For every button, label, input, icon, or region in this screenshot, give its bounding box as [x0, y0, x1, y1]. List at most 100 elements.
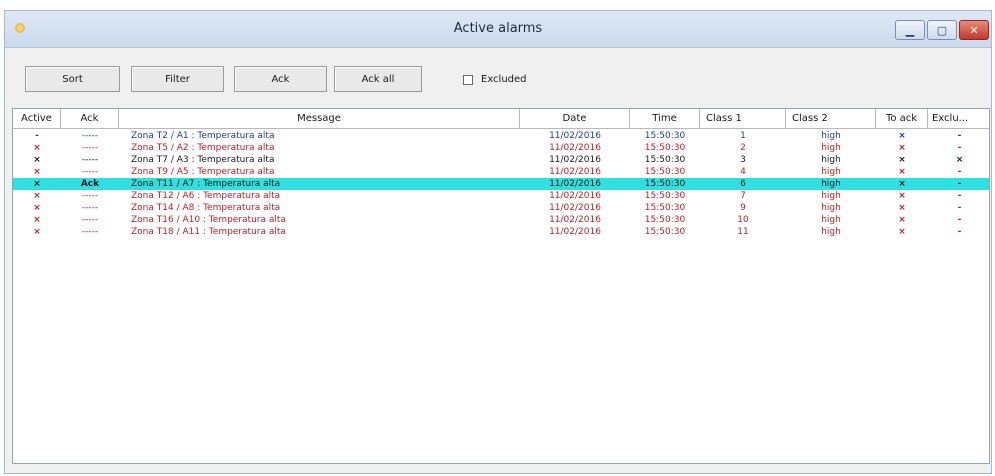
excluded-checkbox[interactable] — [463, 74, 473, 85]
class2-cell: high — [821, 179, 841, 189]
column-header-to-ack[interactable]: To ack — [876, 109, 928, 128]
column-header-message[interactable]: Message — [119, 109, 520, 128]
date-cell: 11/02/2016 — [549, 227, 601, 237]
ack-button[interactable]: Ack — [234, 66, 327, 92]
sort-button[interactable]: Sort — [25, 66, 120, 92]
column-header-ack[interactable]: Ack — [61, 109, 119, 128]
class2-cell: high — [821, 191, 841, 201]
active-cell: × — [33, 227, 41, 237]
maximize-button[interactable]: ▢ — [927, 20, 957, 40]
column-header-class2[interactable]: Class 2 — [786, 109, 876, 128]
active-cell: × — [33, 155, 41, 165]
date-cell: 11/02/2016 — [549, 191, 601, 201]
maximize-icon: ▢ — [936, 23, 948, 37]
excluded-cell: × — [955, 155, 964, 165]
time-cell: 15:50:30 — [644, 179, 686, 189]
class1-cell: 3 — [740, 155, 746, 165]
class1-cell: 1 — [740, 131, 746, 141]
active-cell: × — [33, 167, 41, 177]
class2-cell: high — [821, 155, 841, 165]
to-ack-cell: × — [898, 191, 906, 201]
class1-cell: 11 — [737, 227, 749, 237]
class1-cell: 9 — [740, 203, 746, 213]
table-row[interactable]: × Ack Zona T11 / A7 : Temperatura alta 11/0… — [13, 178, 989, 190]
to-ack-cell: × — [898, 167, 906, 177]
class1-cell: 10 — [737, 215, 749, 225]
date-cell: 11/02/2016 — [549, 143, 601, 153]
excluded-cell: - — [957, 203, 962, 213]
active-cell: × — [33, 179, 41, 189]
active-cell: × — [33, 191, 41, 201]
excluded-cell: - — [957, 215, 962, 225]
table-row[interactable]: × ----- Zona T18 / A11 : Temperatura alta 1… — [13, 226, 989, 238]
table-row[interactable]: × ----- Zona T5 / A2 : Temperatura alta 11/… — [13, 142, 989, 154]
table-row[interactable]: × ----- Zona T7 / A3 : Temperatura alta 11/… — [13, 154, 989, 166]
class2-cell: high — [821, 143, 841, 153]
table-row[interactable]: × ----- Zona T16 / A10 : Temperatura alta 1… — [13, 214, 989, 226]
to-ack-cell: × — [898, 215, 906, 225]
to-ack-cell: × — [898, 131, 906, 141]
date-cell: 11/02/2016 — [549, 179, 601, 189]
close-button[interactable]: ✕ — [959, 20, 989, 40]
excluded-label: Excluded — [481, 74, 527, 85]
alarms-table[interactable]: Active Ack Message Date Time Class 1 Cla… — [12, 108, 990, 464]
active-cell: - — [35, 131, 39, 141]
column-header-time[interactable]: Time — [630, 109, 700, 128]
active-cell: × — [33, 143, 41, 153]
message-cell: Zona T9 / A5 : Temperatura alta — [131, 167, 275, 177]
to-ack-cell: × — [898, 155, 906, 165]
table-row[interactable]: - ----- Zona T2 / A1 : Temperatura alta 11/… — [13, 130, 989, 142]
message-cell: Zona T16 / A10 : Temperatura alta — [131, 215, 286, 225]
minimize-icon: ▁ — [905, 23, 915, 37]
class1-cell: 6 — [740, 179, 746, 189]
excluded-cell: - — [957, 227, 962, 237]
message-cell: Zona T11 / A7 : Temperatura alta — [131, 179, 281, 189]
class2-cell: high — [821, 167, 841, 177]
column-header-date[interactable]: Date — [520, 109, 630, 128]
time-cell: 15:50:30 — [644, 227, 686, 237]
class2-cell: high — [821, 215, 841, 225]
to-ack-cell: × — [898, 203, 906, 213]
toolbar: Sort Filter Ack Ack all Excluded — [5, 48, 991, 112]
column-header-active[interactable]: Active — [13, 109, 61, 128]
ack-cell: ----- — [81, 191, 99, 201]
active-cell: × — [33, 203, 41, 213]
column-header-excluded[interactable]: Exclu... — [928, 109, 989, 128]
ack-cell: Ack — [80, 179, 100, 189]
filter-button[interactable]: Filter — [131, 66, 224, 92]
class1-cell: 7 — [740, 191, 746, 201]
table-row[interactable]: × ----- Zona T9 / A5 : Temperatura alta 11/… — [13, 166, 989, 178]
message-cell: Zona T14 / A8 : Temperatura alta — [131, 203, 281, 213]
time-cell: 15:50:30 — [644, 191, 686, 201]
excluded-cell: - — [957, 167, 962, 177]
ack-cell: ----- — [81, 215, 99, 225]
column-header-class1[interactable]: Class 1 — [700, 109, 786, 128]
date-cell: 11/02/2016 — [549, 167, 601, 177]
class1-cell: 4 — [740, 167, 746, 177]
ack-all-button[interactable]: Ack all — [334, 66, 422, 92]
excluded-cell: - — [957, 179, 962, 189]
active-cell: × — [33, 215, 41, 225]
ack-cell: ----- — [81, 155, 99, 165]
table-row[interactable]: × ----- Zona T14 / A8 : Temperatura alta 11… — [13, 202, 989, 214]
to-ack-cell: × — [898, 179, 906, 189]
title-bar[interactable]: Active alarms ▁ ▢ ✕ — [5, 11, 991, 48]
ack-cell: ----- — [81, 167, 99, 177]
excluded-cell: - — [957, 131, 962, 141]
to-ack-cell: × — [898, 143, 906, 153]
ack-cell: ----- — [81, 131, 99, 141]
class2-cell: high — [821, 203, 841, 213]
message-cell: Zona T5 / A2 : Temperatura alta — [131, 143, 275, 153]
excluded-toggle[interactable]: Excluded — [463, 74, 527, 85]
window-title: Active alarms — [453, 21, 543, 36]
class2-cell: high — [821, 131, 841, 141]
message-cell: Zona T18 / A11 : Temperatura alta — [131, 227, 286, 237]
class2-cell: high — [821, 227, 841, 237]
time-cell: 15:50:30 — [644, 155, 686, 165]
time-cell: 15:50:30 — [644, 143, 686, 153]
close-icon: ✕ — [969, 23, 979, 37]
time-cell: 15:50:30 — [644, 167, 686, 177]
table-row[interactable]: × ----- Zona T12 / A6 : Temperatura alta 11… — [13, 190, 989, 202]
date-cell: 11/02/2016 — [549, 155, 601, 165]
minimize-button[interactable]: ▁ — [895, 20, 925, 40]
